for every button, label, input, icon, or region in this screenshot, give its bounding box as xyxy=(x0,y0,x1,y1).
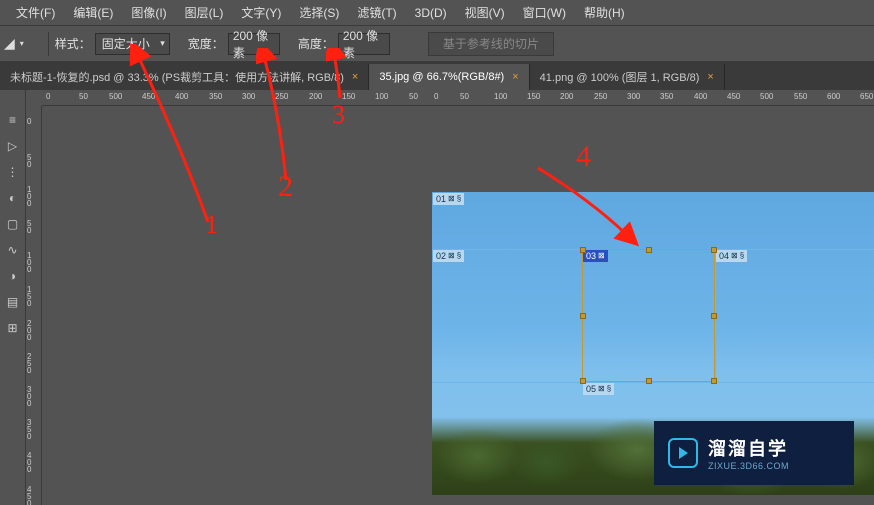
tool-button[interactable]: ⊞ xyxy=(3,318,23,338)
ruler-tick: 200 xyxy=(27,320,31,342)
width-input[interactable]: 200 像素 xyxy=(228,33,280,55)
doc-tab-title: 未标题-1-恢复的.psd @ 33.3% (PS裁剪工具：使用方法讲解, RG… xyxy=(10,69,344,85)
menu-text[interactable]: 文字(Y) xyxy=(233,1,289,24)
chevron-down-icon: ▾ xyxy=(17,39,27,49)
tool-button[interactable]: ◐ xyxy=(3,188,23,208)
width-label: 宽度： xyxy=(188,35,224,52)
options-bar: ◢ ▾ 样式： 固定大小 宽度： 200 像素 高度： 200 像素 基于参考线… xyxy=(0,26,874,62)
watermark: 溜溜自学 ZIXUE.3D66.COM xyxy=(654,421,854,485)
menu-3d[interactable]: 3D(D) xyxy=(407,3,455,23)
doc-tab-0[interactable]: 未标题-1-恢复的.psd @ 33.3% (PS裁剪工具：使用方法讲解, RG… xyxy=(0,64,369,90)
divider xyxy=(48,32,49,56)
ruler-tick: 150 xyxy=(342,92,355,101)
tool-button[interactable]: ▤ xyxy=(3,292,23,312)
menu-layer[interactable]: 图层(L) xyxy=(177,1,232,24)
ruler-tick: 100 xyxy=(494,92,507,101)
ruler-tick: 0 xyxy=(46,92,50,101)
ruler-tick: 500 xyxy=(760,92,773,101)
ruler-tick: 50 xyxy=(79,92,88,101)
watermark-sub: ZIXUE.3D66.COM xyxy=(708,461,789,471)
ruler-tick: 0 xyxy=(434,92,438,101)
menu-view[interactable]: 视图(V) xyxy=(457,1,513,24)
tool-button[interactable]: ▷ xyxy=(3,136,23,156)
menu-file[interactable]: 文件(F) xyxy=(8,1,63,24)
ruler-vertical[interactable]: 0 50 100 50 100 150 200 250 300 350 400 … xyxy=(26,106,42,505)
slice-tool-icon: ◢ xyxy=(4,35,15,52)
ruler-tick: 350 xyxy=(209,92,222,101)
style-select-value: 固定大小 xyxy=(102,35,150,52)
height-input[interactable]: 200 像素 xyxy=(338,33,390,55)
slices-from-guides-button[interactable]: 基于参考线的切片 xyxy=(428,32,554,56)
ruler-tick: 50 xyxy=(460,92,469,101)
menu-window[interactable]: 窗口(W) xyxy=(515,1,574,24)
ruler-tick: 550 xyxy=(794,92,807,101)
ruler-tick: 600 xyxy=(827,92,840,101)
menu-image[interactable]: 图像(I) xyxy=(123,1,174,24)
tool-button[interactable]: ▢ xyxy=(3,214,23,234)
menu-select[interactable]: 选择(S) xyxy=(291,1,347,24)
ruler-tick: 300 xyxy=(242,92,255,101)
ruler-tick: 350 xyxy=(27,419,31,441)
close-icon[interactable]: × xyxy=(352,71,358,83)
ruler-tick: 250 xyxy=(27,353,31,375)
tool-panel: ≡ ▷ ⋮ ◐ ▢ ∿ ◑ ▤ ⊞ xyxy=(0,90,26,505)
height-label: 高度： xyxy=(298,35,334,52)
ruler-tick: 450 xyxy=(142,92,155,101)
ruler-tick: 450 xyxy=(27,486,31,505)
ruler-tick: 100 xyxy=(27,186,31,208)
tool-button[interactable]: ≡ xyxy=(3,110,23,130)
menubar: 文件(F) 编辑(E) 图像(I) 图层(L) 文字(Y) 选择(S) 滤镜(T… xyxy=(0,0,874,26)
height-value: 200 像素 xyxy=(343,27,385,61)
ruler-tick: 200 xyxy=(560,92,573,101)
watermark-title: 溜溜自学 xyxy=(708,435,789,461)
menu-edit[interactable]: 编辑(E) xyxy=(65,1,121,24)
ruler-tick: 300 xyxy=(27,386,31,408)
tool-button[interactable]: ∿ xyxy=(3,240,23,260)
ruler-tick: 50 xyxy=(409,92,418,101)
ruler-tick: 300 xyxy=(627,92,640,101)
ruler-tick: 500 xyxy=(109,92,122,101)
close-icon[interactable]: × xyxy=(512,71,518,83)
tool-button[interactable]: ◑ xyxy=(3,266,23,286)
ruler-tick: 200 xyxy=(309,92,322,101)
doc-tab-2[interactable]: 41.png @ 100% (图层 1, RGB/8) × xyxy=(530,64,725,90)
play-icon xyxy=(668,438,698,468)
ruler-tick: 250 xyxy=(275,92,288,101)
ruler-tick: 650 xyxy=(860,92,873,101)
doc-tab-1[interactable]: 35.jpg @ 66.7%(RGB/8#) × xyxy=(369,64,529,90)
style-label: 样式： xyxy=(55,35,91,52)
ruler-tick: 150 xyxy=(527,92,540,101)
close-icon[interactable]: × xyxy=(707,71,713,83)
doc-tab-title: 41.png @ 100% (图层 1, RGB/8) xyxy=(540,69,700,85)
menu-filter[interactable]: 滤镜(T) xyxy=(349,1,404,24)
ruler-tick: 450 xyxy=(727,92,740,101)
ruler-tick: 50 xyxy=(27,220,31,234)
ruler-tick: 150 xyxy=(27,286,31,308)
ruler-tick: 0 xyxy=(27,118,31,125)
ruler-tick: 250 xyxy=(594,92,607,101)
menu-help[interactable]: 帮助(H) xyxy=(576,1,633,24)
slices-from-guides-label: 基于参考线的切片 xyxy=(443,35,539,52)
width-value: 200 像素 xyxy=(233,27,275,61)
tool-button[interactable]: ⋮ xyxy=(3,162,23,182)
tool-preset-picker[interactable]: ◢ ▾ xyxy=(4,35,27,52)
ruler-tick: 100 xyxy=(375,92,388,101)
style-select[interactable]: 固定大小 xyxy=(95,33,170,55)
document-tabs: 未标题-1-恢复的.psd @ 33.3% (PS裁剪工具：使用方法讲解, RG… xyxy=(0,62,874,90)
ruler-tick: 400 xyxy=(175,92,188,101)
ruler-tick: 50 xyxy=(27,154,31,168)
ruler-tick: 400 xyxy=(694,92,707,101)
ruler-tick: 400 xyxy=(27,452,31,474)
doc-tab-title: 35.jpg @ 66.7%(RGB/8#) xyxy=(379,71,504,83)
ruler-tick: 350 xyxy=(660,92,673,101)
ruler-tick: 100 xyxy=(27,252,31,274)
ruler-horizontal[interactable]: 0 50 500 450 400 350 300 250 200 150 100… xyxy=(42,90,874,106)
